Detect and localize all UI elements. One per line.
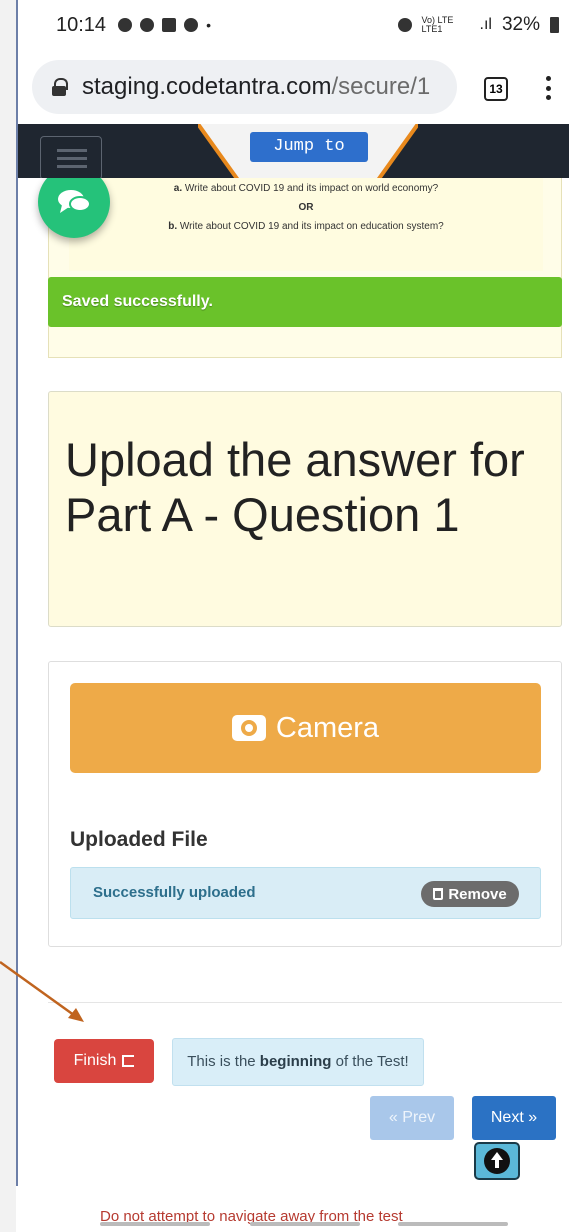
- jio-icon: [184, 18, 199, 32]
- uploaded-file-box: Successfully uploaded Remove: [70, 867, 541, 919]
- signal-icon: .ıl: [479, 16, 492, 33]
- upload-title: Upload the answer for Part A - Question …: [65, 433, 525, 541]
- lock-icon[interactable]: [52, 78, 68, 96]
- question-item-a: a. Write about COVID 19 and its impact o…: [173, 183, 439, 194]
- message-icon: [162, 18, 177, 32]
- upload-title-card: Upload the answer for Part A - Question …: [48, 391, 562, 627]
- jump-to-button[interactable]: Jump to: [250, 132, 368, 162]
- uploaded-file-heading: Uploaded File: [70, 828, 208, 851]
- url-path: /secure/1: [331, 73, 431, 100]
- chrome-icon: [118, 18, 133, 32]
- whatsapp-icon: [140, 18, 155, 32]
- test-content: a. Write about COVID 19 and its impact o…: [18, 178, 569, 1205]
- notification-icons: •: [118, 17, 211, 33]
- camera-icon: [231, 715, 266, 741]
- system-nav-bar: [0, 1218, 569, 1232]
- camera-label: Camera: [275, 711, 380, 744]
- chat-bubbles-icon: [58, 190, 91, 213]
- camera-button[interactable]: Camera: [70, 683, 541, 773]
- saved-toast: Saved successfully.: [48, 277, 562, 327]
- test-position-info: This is the beginning of the Test!: [172, 1038, 424, 1086]
- annotation-arrow: [0, 960, 84, 1022]
- status-time: 10:14: [56, 13, 107, 36]
- scroll-to-top-button[interactable]: [474, 1142, 520, 1180]
- question-or: OR: [298, 202, 314, 213]
- browser-toolbar: staging.codetantra.com/secure/1 13: [18, 50, 569, 124]
- next-button[interactable]: Next »: [472, 1096, 556, 1140]
- prev-button[interactable]: « Prev: [370, 1096, 454, 1140]
- test-top-nav: Jump to: [18, 124, 569, 180]
- upload-status: Successfully uploaded: [93, 884, 256, 901]
- trash-icon: [433, 888, 444, 900]
- remove-button[interactable]: Remove: [421, 881, 519, 907]
- recents-gesture[interactable]: [100, 1222, 210, 1226]
- battery-icon: [550, 17, 559, 33]
- hamburger-menu-icon[interactable]: [40, 136, 102, 180]
- alarm-icon: [397, 18, 412, 32]
- finish-label: Finish: [73, 1052, 117, 1069]
- address-bar[interactable]: staging.codetantra.com/secure/1: [32, 60, 457, 114]
- url-host: staging.codetantra.com: [82, 73, 332, 100]
- network-indicator: Vo) LTE LTE1: [421, 15, 454, 34]
- upload-card: Camera Uploaded File Successfully upload…: [48, 661, 562, 947]
- back-gesture[interactable]: [398, 1222, 508, 1226]
- question-card: a. Write about COVID 19 and its impact o…: [48, 178, 562, 358]
- battery-percent: 32%: [501, 14, 540, 35]
- divider: [48, 1002, 562, 1003]
- phone-screen: 10:14 • Vo) LTE LTE1 .ıl 32% staging.cod…: [16, 0, 569, 1205]
- status-right: Vo) LTE LTE1 .ıl 32%: [397, 14, 559, 36]
- overflow-menu-icon[interactable]: [546, 76, 552, 100]
- remove-label: Remove: [448, 885, 507, 903]
- question-body: a. Write about COVID 19 and its impact o…: [69, 178, 543, 271]
- arrow-up-circle-icon: [484, 1148, 510, 1174]
- home-gesture[interactable]: [250, 1222, 360, 1226]
- tab-switcher-button[interactable]: 13: [484, 77, 508, 101]
- sign-out-icon: [122, 1055, 135, 1067]
- question-item-b: b. Write about COVID 19 and its impact o…: [168, 221, 444, 232]
- more-notifications-icon: •: [206, 17, 211, 33]
- status-bar: 10:14 • Vo) LTE LTE1 .ıl 32%: [18, 0, 569, 50]
- finish-button[interactable]: Finish: [54, 1039, 154, 1083]
- screen-frame: 10:14 • Vo) LTE LTE1 .ıl 32% staging.cod…: [0, 0, 569, 1232]
